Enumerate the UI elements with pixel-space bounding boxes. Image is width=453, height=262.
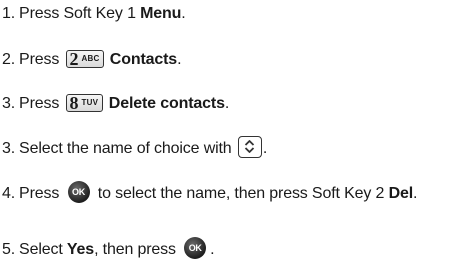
step-text: Press	[19, 51, 64, 68]
ok-key-icon: OK	[67, 181, 90, 203]
step-text: Press Soft Key 1	[19, 5, 141, 22]
step-number: 4.	[2, 185, 16, 202]
step-bold-term: Yes	[66, 241, 95, 258]
step-text: Press	[19, 95, 64, 112]
step-text: Select	[19, 241, 67, 258]
step-text-end: .	[413, 185, 418, 202]
navigation-key-icon	[237, 136, 262, 158]
step-text-end: .	[210, 241, 215, 258]
step-bold-term: Menu	[140, 5, 182, 22]
step-text-mid: to select the name, then press Soft Key …	[97, 185, 389, 202]
step-number: 5.	[2, 241, 16, 258]
step-number: 2.	[2, 51, 16, 68]
8-tuv-key-icon: 8 TUV	[65, 93, 103, 113]
step-bold-term: Delete contacts	[108, 95, 225, 112]
step-2: 2. Press 2 ABC Contacts.	[2, 49, 450, 70]
step-number: 3.	[2, 140, 16, 157]
step-text-end: .	[177, 51, 182, 68]
step-3: 3. Press 8 TUV Delete contacts.	[2, 93, 450, 114]
step-text: Press	[19, 185, 64, 202]
step-text-end: .	[181, 5, 186, 22]
step-bold-term: Del	[388, 185, 414, 202]
2-abc-key-icon: 2 ABC	[65, 49, 104, 69]
step-number: 3.	[2, 95, 16, 112]
step-5: 5. Select Yes, then press OK.	[2, 237, 450, 260]
step-text-mid: , then press	[94, 241, 181, 258]
step-4: 4. Press OK to select the name, then pres…	[2, 181, 450, 204]
step-text: Select the name of choice with	[19, 140, 236, 157]
step-number: 1.	[2, 5, 16, 22]
ok-key-icon: OK	[184, 237, 207, 259]
step-1: 1. Press Soft Key 1 Menu.	[2, 3, 450, 24]
step-text-end: .	[262, 140, 268, 157]
step-text-end: .	[224, 95, 230, 112]
step-bold-term: Contacts	[109, 51, 178, 68]
step-3b: 3. Select the name of choice with .	[2, 136, 450, 159]
